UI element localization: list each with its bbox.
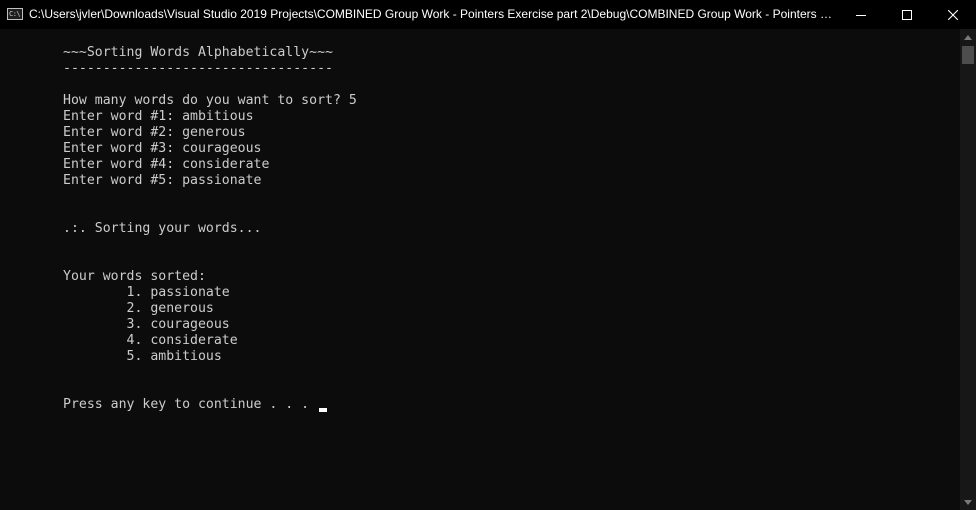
console-heading: ~~~Sorting Words Alphabetically~~~ — [63, 45, 333, 60]
console-result-line: 3. courageous — [63, 317, 230, 332]
console-result-heading: Your words sorted: — [63, 269, 206, 284]
scroll-up-arrow-icon — [964, 34, 972, 40]
vertical-scrollbar[interactable] — [960, 29, 976, 510]
console-input-line: Enter word #1: ambitious — [63, 109, 254, 124]
console-result-line: 4. considerate — [63, 333, 238, 348]
console-input-line: Enter word #4: considerate — [63, 157, 270, 172]
scroll-up-button[interactable] — [960, 29, 976, 45]
console-input-line: Enter word #2: generous — [63, 125, 246, 140]
console-prompt-count: How many words do you want to sort? 5 — [63, 93, 357, 108]
close-button[interactable] — [930, 0, 976, 29]
window-title: C:\Users\jvler\Downloads\Visual Studio 2… — [29, 7, 839, 21]
scrollbar-thumb[interactable] — [962, 46, 974, 64]
scroll-down-arrow-icon — [964, 499, 972, 505]
title-bar[interactable]: C:\ C:\Users\jvler\Downloads\Visual Stud… — [0, 0, 976, 29]
console-app-icon[interactable]: C:\ — [7, 8, 23, 20]
maximize-icon — [902, 9, 912, 20]
console-input-line: Enter word #5: passionate — [63, 173, 262, 188]
close-icon — [948, 9, 958, 20]
maximize-button[interactable] — [884, 0, 930, 29]
console-app-icon-label: C:\ — [9, 10, 21, 18]
scroll-down-button[interactable] — [960, 494, 976, 510]
minimize-button[interactable] — [838, 0, 884, 29]
console-status-line: .:. Sorting your words... — [63, 221, 262, 236]
minimize-icon — [856, 14, 866, 16]
console-result-line: 5. ambitious — [63, 349, 222, 364]
console-result-line: 1. passionate — [63, 285, 230, 300]
console-input-line: Enter word #3: courageous — [63, 141, 262, 156]
console-continue-prompt: Press any key to continue . . . — [63, 397, 318, 412]
console-result-line: 2. generous — [63, 301, 214, 316]
console-divider: ---------------------------------- — [63, 61, 333, 76]
text-cursor — [319, 408, 327, 412]
